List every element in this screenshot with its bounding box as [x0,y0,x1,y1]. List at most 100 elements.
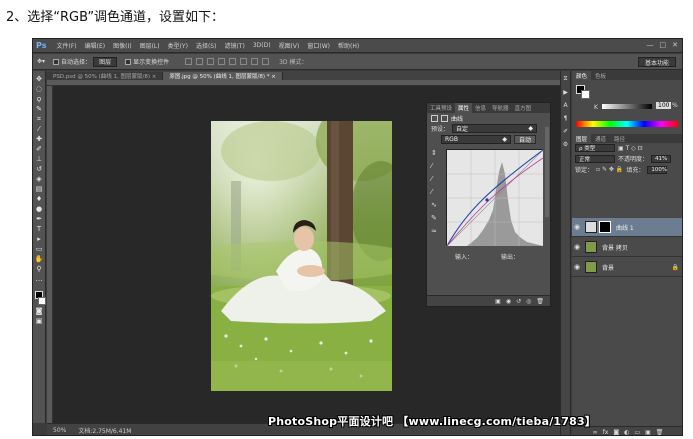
marquee-tool-icon[interactable]: ◌ [35,85,44,93]
fill-input[interactable]: 100% [647,165,668,174]
layer-style-icon[interactable]: fx [603,429,609,436]
tab-swatches[interactable]: 色板 [591,71,610,80]
eraser-tool-icon[interactable]: ◈ [35,175,44,183]
minimize-button[interactable]: — [647,41,654,49]
channel-dropdown[interactable]: RGB ◆ [441,135,511,144]
menu-edit[interactable]: 编辑(E) [81,41,109,50]
align-bottom-icon[interactable] [207,58,215,65]
gradient-tool-icon[interactable]: ▤ [35,185,44,193]
stamp-tool-icon[interactable]: ⊥ [35,155,44,163]
distribute-h-icon[interactable] [262,58,270,65]
screen-mode-icon[interactable]: ▣ [35,317,44,325]
lock-icons[interactable]: ▫ ✎ ✥ 🔒 [596,166,623,173]
show-transform-checkbox[interactable] [125,58,132,65]
tab-tool-presets[interactable]: 工具预设 [427,103,455,113]
auto-select-option[interactable]: 自动选择： 图层 [49,56,121,67]
reset-icon[interactable]: ↺ [516,298,521,305]
add-mask-icon[interactable]: ◙ [613,429,619,436]
menu-layer[interactable]: 图层(L) [136,41,164,50]
align-center-icon[interactable] [229,58,237,65]
tab-psd[interactable]: PSD.psd @ 50% (曲线 1, 图层蒙版/8) × [47,72,164,80]
lasso-tool-icon[interactable]: ϙ [35,95,44,103]
visibility-eye-icon[interactable]: ◉ [572,263,582,271]
zoom-tool-icon[interactable]: ⚲ [35,265,44,273]
move-tool-icon[interactable]: ✥ [35,75,44,83]
pen-tool-icon[interactable]: ✒ [35,215,44,223]
eyedropper-tool-icon[interactable]: ⁄ [35,125,44,133]
tool-presets-icon[interactable]: ⚙ [563,141,568,148]
tab-properties[interactable]: 属性 [455,103,473,113]
tab-paths[interactable]: 路径 [610,134,629,143]
delete-layer-icon[interactable]: 🗑 [656,429,664,436]
menu-select[interactable]: 选择(S) [192,41,221,50]
curves-graph[interactable] [446,149,544,247]
background-color-swatch[interactable] [37,297,46,305]
link-layers-icon[interactable]: ∞ [593,429,598,436]
color-spectrum[interactable] [576,121,678,127]
hand-tool-icon[interactable]: ✋ [35,255,44,263]
tab-navigator[interactable]: 导航器 [489,103,512,113]
path-select-tool-icon[interactable]: ▸ [35,235,44,243]
tab-color[interactable]: 颜色 [572,71,592,80]
history-brush-icon[interactable]: ↺ [35,165,44,173]
kind-filter-dropdown[interactable]: ρ 类型 [575,144,615,152]
show-transform-option[interactable]: 显示变换控件 [121,57,173,66]
on-image-adjust-icon[interactable]: ⇕ [431,149,437,157]
tab-info[interactable]: 信息 [472,103,489,113]
paragraph-icon[interactable]: ¶ [564,115,568,122]
clip-to-layer-icon[interactable]: ▣ [495,298,501,305]
character-icon[interactable]: A [563,102,567,109]
blend-mode-dropdown[interactable]: 正常 [575,154,615,163]
adjustment-layer-icon[interactable]: ◐ [624,429,629,436]
history-icon[interactable]: ⧖ [563,75,567,83]
close-button[interactable]: ✕ [672,41,678,49]
smooth-icon[interactable]: ≈ [431,227,437,235]
pencil-icon[interactable]: ✎ [431,214,437,222]
new-group-icon[interactable]: ▭ [634,429,640,436]
auto-select-checkbox[interactable] [53,58,60,65]
dodge-tool-icon[interactable]: ● [35,205,44,213]
blur-tool-icon[interactable]: ♦ [35,195,44,203]
opacity-input[interactable]: 41% [651,154,672,163]
document-photo[interactable] [211,121,392,391]
gray-point-eyedropper-icon[interactable]: ⁄ [431,175,437,183]
quick-mask-icon[interactable]: ◙ [35,307,44,315]
mask-icon[interactable] [441,114,448,122]
zoom-level[interactable]: 50% [47,427,72,434]
layer-background-copy[interactable]: ◉ 背景 拷贝 [572,238,682,257]
white-point-eyedropper-icon[interactable]: ⁄ [431,188,437,196]
preset-dropdown[interactable]: 自定 ◆ [452,124,538,133]
menu-view[interactable]: 视图(V) [275,41,304,50]
distribute-icon[interactable] [251,58,259,65]
visibility-icon[interactable]: ◎ [526,298,531,305]
delete-icon[interactable]: 🗑 [536,298,544,305]
color-bg-swatch[interactable] [581,90,590,99]
black-point-eyedropper-icon[interactable]: ⁄ [431,162,437,170]
layer-curves-1[interactable]: ◉ 曲线 1 [572,218,682,237]
menu-type[interactable]: 类型(Y) [164,41,192,50]
view-previous-icon[interactable]: ◉ [506,298,511,305]
shape-tool-icon[interactable]: ▭ [35,245,44,253]
move-tool-preset[interactable]: ✥▾ [33,58,49,65]
menu-file[interactable]: 文件(F) [52,41,80,50]
healing-tool-icon[interactable]: ✚ [35,135,44,143]
layer-background[interactable]: ◉ 背景 🔒 [572,258,682,277]
more-tools-icon[interactable]: … [35,275,44,283]
actions-icon[interactable]: ▶ [563,89,568,96]
curve-point-icon[interactable]: ∿ [431,201,437,209]
properties-scrollbar[interactable] [545,127,549,217]
menu-image[interactable]: 图像(I) [109,41,135,50]
maximize-button[interactable]: □ [660,41,667,49]
align-left-icon[interactable] [218,58,226,65]
type-tool-icon[interactable]: T [35,225,44,233]
visibility-eye-icon[interactable]: ◉ [572,223,582,231]
tab-histogram[interactable]: 直方图 [512,103,535,113]
workspace-dropdown[interactable]: 基本功能 [637,57,676,67]
brush-panel-icon[interactable]: ✐ [563,128,568,135]
auto-select-dropdown[interactable]: 图层 [93,56,118,67]
tab-channels[interactable]: 通道 [591,134,610,143]
menu-window[interactable]: 窗口(W) [303,41,334,50]
tab-original-jpg[interactable]: 原图.jpg @ 50% (曲线 1, 图层蒙版/8) * × [163,72,283,80]
brush-tool-icon[interactable]: ✐ [35,145,44,153]
crop-tool-icon[interactable]: ⌗ [35,115,44,123]
